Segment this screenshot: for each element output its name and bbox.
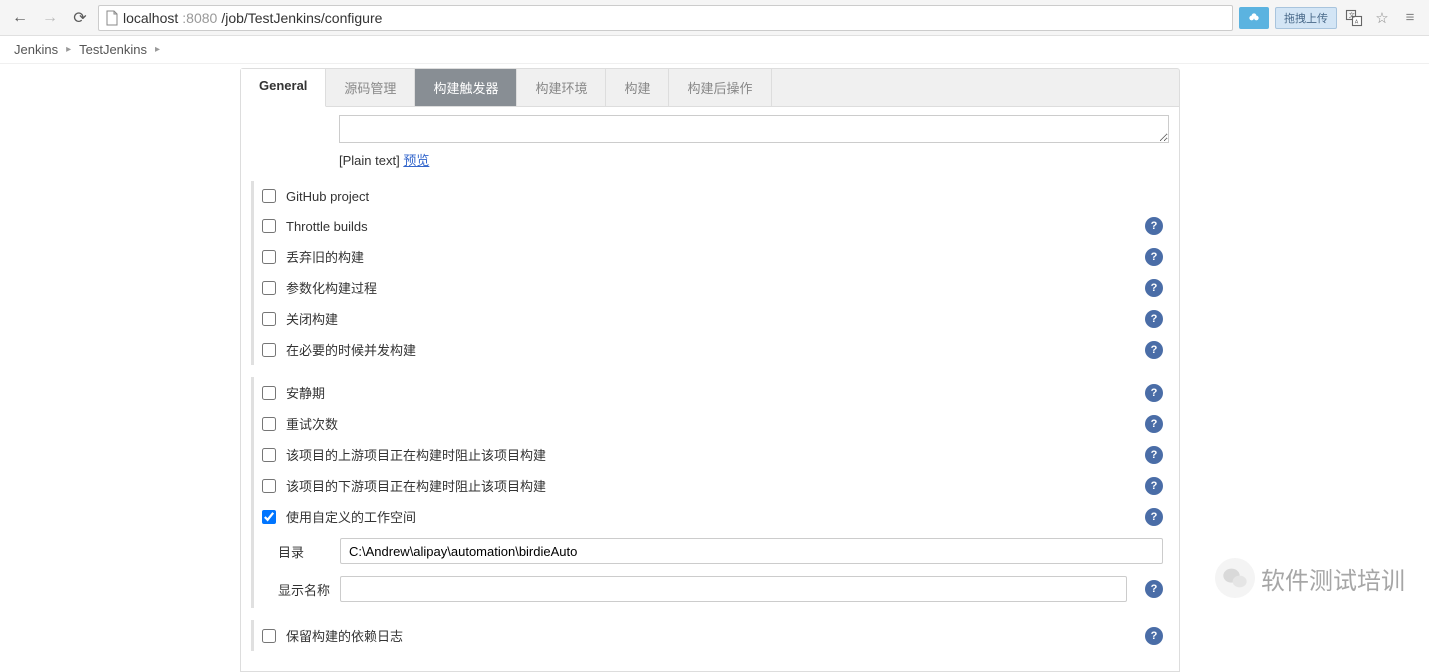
label-display-name: 显示名称 [278,580,330,599]
option-parameterized: 参数化构建过程 ? [254,272,1169,303]
breadcrumb-jenkins[interactable]: Jenkins [14,42,58,57]
help-icon[interactable]: ? [1145,279,1163,297]
checkbox-discard-old[interactable] [262,250,276,264]
option-throttle-builds: Throttle builds ? [254,211,1169,241]
back-button[interactable]: ← [8,6,32,30]
label-retry-count: 重试次数 [286,414,1137,433]
tab-env[interactable]: 构建环境 [517,69,606,106]
help-icon[interactable]: ? [1145,580,1163,598]
description-textarea[interactable] [339,115,1169,143]
url-host: localhost [123,10,178,26]
label-throttle-builds: Throttle builds [286,219,1137,234]
option-discard-old: 丢弃旧的构建 ? [254,241,1169,272]
option-block-downstream: 该项目的下游项目正在构建时阻止该项目构建 ? [254,470,1169,501]
cloud-icon [1247,11,1261,25]
help-icon[interactable]: ? [1145,477,1163,495]
breadcrumb-sep-icon: ▸ [66,44,71,55]
browser-toolbar: ← → ⟳ localhost:8080/job/TestJenkins/con… [0,0,1429,36]
page: General 源码管理 构建触发器 构建环境 构建 构建后操作 [Plain … [0,64,1429,672]
section-misc-options: 保留构建的依赖日志 ? [251,620,1169,651]
checkbox-keep-deps[interactable] [262,629,276,643]
option-github-project: GitHub project [254,181,1169,211]
label-custom-workspace: 使用自定义的工作空间 [286,507,1137,526]
input-display-name[interactable] [340,576,1127,602]
section-advanced-options: 安静期 ? 重试次数 ? 该项目的上游项目正在构建时阻止该项目构建 ? 该项目的… [251,377,1169,608]
config-content: [Plain text] 预览 GitHub project Throttle … [240,107,1180,672]
description-area: [Plain text] 预览 [339,115,1169,169]
option-block-upstream: 该项目的上游项目正在构建时阻止该项目构建 ? [254,439,1169,470]
sidebar-spacer [0,64,240,672]
right-spacer [1180,64,1429,672]
checkbox-throttle-builds[interactable] [262,219,276,233]
label-github-project: GitHub project [286,189,1163,204]
address-bar[interactable]: localhost:8080/job/TestJenkins/configure [98,5,1233,31]
checkbox-quiet-period[interactable] [262,386,276,400]
checkbox-concurrent[interactable] [262,343,276,357]
tab-scm[interactable]: 源码管理 [326,69,415,106]
config-tabs: General 源码管理 构建触发器 构建环境 构建 构建后操作 [240,68,1180,107]
breadcrumb-sep-icon: ▸ [155,44,160,55]
label-discard-old: 丢弃旧的构建 [286,247,1137,266]
checkbox-block-downstream[interactable] [262,479,276,493]
bookmark-icon[interactable]: ☆ [1371,7,1393,29]
option-concurrent: 在必要的时候并发构建 ? [254,334,1169,365]
tab-build[interactable]: 构建 [606,69,669,106]
breadcrumb-testjenkins[interactable]: TestJenkins [79,42,147,57]
url-port: :8080 [182,10,217,26]
main-content: General 源码管理 构建触发器 构建环境 构建 构建后操作 [Plain … [240,64,1180,672]
label-directory: 目录 [278,542,330,561]
label-quiet-period: 安静期 [286,383,1137,402]
help-icon[interactable]: ? [1145,384,1163,402]
help-icon[interactable]: ? [1145,627,1163,645]
breadcrumb: Jenkins ▸ TestJenkins ▸ [0,36,1429,64]
option-custom-workspace: 使用自定义的工作空间 ? [254,501,1169,532]
help-icon[interactable]: ? [1145,310,1163,328]
label-block-upstream: 该项目的上游项目正在构建时阻止该项目构建 [286,445,1137,464]
label-block-downstream: 该项目的下游项目正在构建时阻止该项目构建 [286,476,1137,495]
label-parameterized: 参数化构建过程 [286,278,1137,297]
page-icon [105,10,119,26]
field-display-name: 显示名称 ? [254,570,1169,608]
checkbox-block-upstream[interactable] [262,448,276,462]
checkbox-github-project[interactable] [262,189,276,203]
option-retry-count: 重试次数 ? [254,408,1169,439]
url-path: /job/TestJenkins/configure [221,10,382,26]
label-disable-build: 关闭构建 [286,309,1137,328]
extension-bdyun[interactable] [1239,7,1269,29]
label-keep-deps: 保留构建的依赖日志 [286,626,1137,645]
menu-icon[interactable]: ≡ [1399,7,1421,29]
svg-text:A: A [1355,19,1359,25]
checkbox-parameterized[interactable] [262,281,276,295]
reload-button[interactable]: ⟳ [68,6,92,30]
help-icon[interactable]: ? [1145,508,1163,526]
option-disable-build: 关闭构建 ? [254,303,1169,334]
input-directory[interactable] [340,538,1163,564]
option-quiet-period: 安静期 ? [254,377,1169,408]
option-keep-deps: 保留构建的依赖日志 ? [254,620,1169,651]
preview-link[interactable]: 预览 [403,153,429,168]
help-icon[interactable]: ? [1145,217,1163,235]
help-icon[interactable]: ? [1145,415,1163,433]
forward-button[interactable]: → [38,6,62,30]
tab-general[interactable]: General [241,69,326,107]
help-icon[interactable]: ? [1145,248,1163,266]
tab-post[interactable]: 构建后操作 [669,69,771,106]
help-icon[interactable]: ? [1145,446,1163,464]
section-general-options: GitHub project Throttle builds ? 丢弃旧的构建 … [251,181,1169,365]
checkbox-retry-count[interactable] [262,417,276,431]
label-concurrent: 在必要的时候并发构建 [286,340,1137,359]
translate-icon[interactable]: 文A [1343,7,1365,29]
checkbox-custom-workspace[interactable] [262,510,276,524]
svg-text:文: 文 [1349,11,1355,19]
help-icon[interactable]: ? [1145,341,1163,359]
tab-triggers[interactable]: 构建触发器 [415,69,517,106]
checkbox-disable-build[interactable] [262,312,276,326]
extension-upload[interactable]: 拖拽上传 [1275,7,1337,29]
toolbar-right: 拖拽上传 文A ☆ ≡ [1239,7,1421,29]
field-directory: 目录 [254,532,1169,570]
plain-text-label: [Plain text] [339,153,400,168]
description-hint: [Plain text] 预览 [339,150,1169,169]
